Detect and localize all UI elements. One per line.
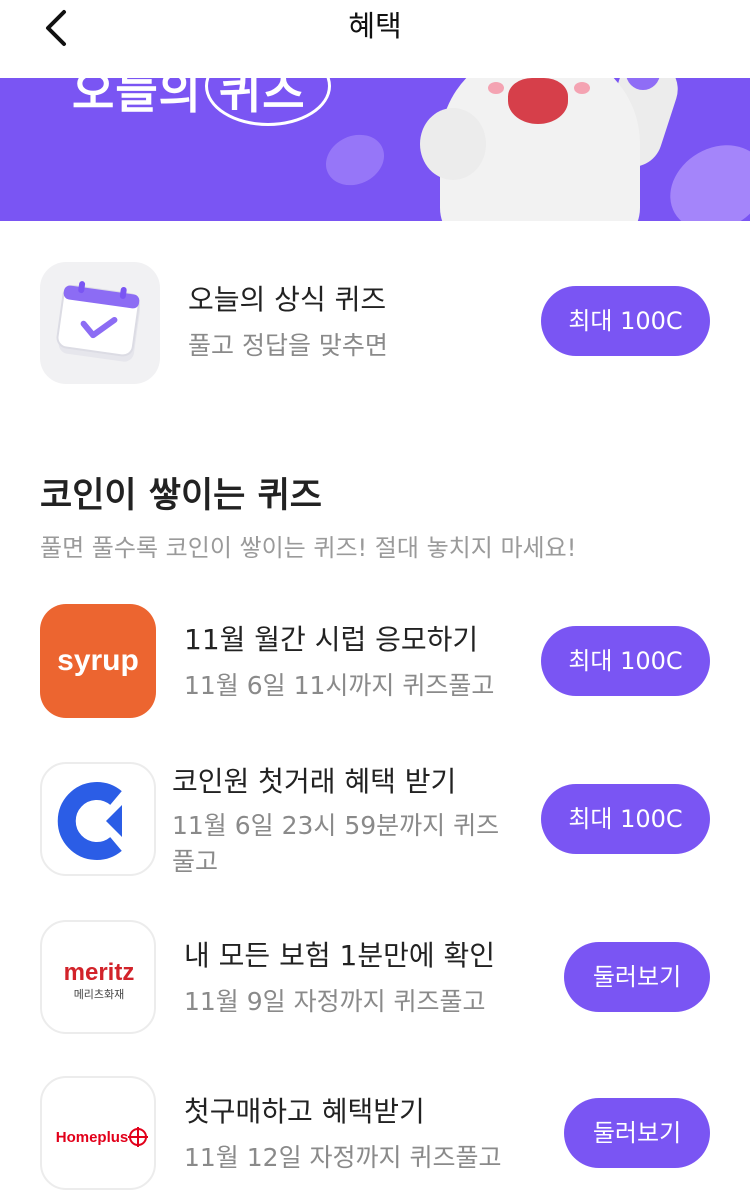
- quiz-title: 내 모든 보험 1분만에 확인: [184, 939, 496, 972]
- browse-button[interactable]: 둘러보기: [564, 1098, 710, 1168]
- syrup-logo-icon: syrup: [40, 604, 156, 718]
- quiz-reward-button[interactable]: 최대 100C: [541, 626, 710, 696]
- character-cheek: [574, 82, 590, 94]
- daily-quiz-reward-button[interactable]: 최대 100C: [541, 286, 710, 356]
- quiz-title: 11월 월간 시럽 응모하기: [184, 623, 479, 656]
- quiz-reward-button[interactable]: 최대 100C: [541, 784, 710, 854]
- svg-text:Homeplus: Homeplus: [56, 1129, 129, 1146]
- section-subtitle: 풀면 풀수록 코인이 쌓이는 퀴즈! 절대 놓치지 마세요!: [40, 534, 577, 562]
- quiz-title: 첫구매하고 혜택받기: [184, 1095, 425, 1128]
- character-arm: [420, 108, 486, 180]
- quiz-subtitle: 11월 6일 11시까지 퀴즈풀고: [184, 671, 495, 700]
- list-item[interactable]: 코인원 첫거래 혜택 받기 11월 6일 23시 59분까지 퀴즈 풀고 최대 …: [0, 762, 750, 878]
- browse-button[interactable]: 둘러보기: [564, 942, 710, 1012]
- coinone-logo-icon: [40, 762, 156, 876]
- svg-text:syrup: syrup: [57, 644, 139, 677]
- homeplus-logo-icon: Homeplus: [40, 1076, 156, 1190]
- quiz-title: 코인원 첫거래 혜택 받기: [172, 765, 457, 798]
- calendar-check-icon: [40, 262, 160, 384]
- daily-quiz-row[interactable]: 오늘의 상식 퀴즈 풀고 정답을 맞추면 최대 100C: [0, 262, 750, 384]
- section-title: 코인이 쌓이는 퀴즈: [40, 476, 322, 516]
- page-title: 혜택: [348, 9, 402, 43]
- list-item[interactable]: Homeplus 첫구매하고 혜택받기 11월 12일 자정까지 퀴즈풀고 둘러…: [0, 1076, 750, 1192]
- list-item[interactable]: syrup 11월 월간 시럽 응모하기 11월 6일 11시까지 퀴즈풀고 최…: [0, 604, 750, 720]
- top-bar: 혜택: [0, 0, 750, 78]
- character-mouth: [508, 78, 568, 124]
- quiz-banner[interactable]: 오늘의 퀴즈: [0, 78, 750, 221]
- character-cheek: [488, 82, 504, 94]
- svg-text:meritz: meritz: [64, 959, 135, 986]
- quiz-subtitle-cont: 풀고: [172, 847, 219, 876]
- list-item[interactable]: meritz 메리츠화재 내 모든 보험 1분만에 확인 11월 9일 자정까지…: [0, 920, 750, 1036]
- daily-quiz-subtitle: 풀고 정답을 맞추면: [188, 331, 388, 360]
- quiz-subtitle: 11월 6일 23시 59분까지 퀴즈: [172, 811, 500, 840]
- quiz-subtitle: 11월 12일 자정까지 퀴즈풀고: [184, 1143, 502, 1172]
- coin-icon: [317, 125, 393, 195]
- svg-text:메리츠화재: 메리츠화재: [74, 988, 125, 1001]
- meritz-logo-icon: meritz 메리츠화재: [40, 920, 156, 1034]
- coin-icon: [654, 128, 750, 221]
- daily-quiz-title: 오늘의 상식 퀴즈: [188, 283, 387, 316]
- quiz-subtitle: 11월 9일 자정까지 퀴즈풀고: [184, 987, 486, 1016]
